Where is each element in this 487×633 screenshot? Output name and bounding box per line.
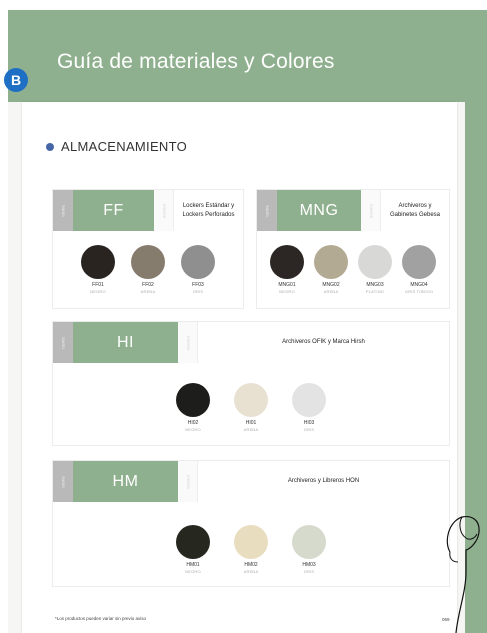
series-card-hm: SERIE HM SERIES Archiveros y Libreros HO… (52, 460, 450, 587)
swatch-code: FF03 (192, 282, 204, 288)
swatch-circle (234, 525, 268, 559)
swatch-name: NEGRO (90, 289, 106, 294)
footnote: *Los productos pueden variar sin previo … (55, 616, 147, 621)
swatch-circle (176, 383, 210, 417)
series-description: Lockers Estándar y Lockers Perforados (182, 203, 235, 218)
swatch-circle (402, 245, 436, 279)
swatch-name: ARENA (323, 289, 339, 294)
swatch-name: ARENA (243, 569, 259, 574)
swatch-code: HM03 (302, 562, 316, 568)
series-code: MNG (277, 190, 361, 231)
card-header: SERIE MNG SERIES Archiveros y Gabinetes … (257, 190, 449, 231)
swatch-code: FF01 (92, 282, 104, 288)
swatch-circle (292, 525, 326, 559)
swatch-code: MNG02 (322, 282, 340, 288)
color-swatch: FF02 ARENA (123, 245, 173, 295)
series-mini-label: SERIES (185, 474, 190, 489)
swatch-code: HM01 (186, 562, 200, 568)
swatch-name: GRIS (303, 427, 315, 432)
swatch-code: MNG01 (278, 282, 296, 288)
hand-cursor-icon (446, 515, 480, 633)
series-tag: SERIE (53, 322, 73, 363)
swatch-row: HM01 NEGRO HM02 ARENA HM03 GRIS (53, 525, 449, 575)
swatch-name: ARENA (243, 427, 259, 432)
series-card-mng: SERIE MNG SERIES Archiveros y Gabinetes … (256, 189, 450, 309)
swatch-circle (314, 245, 348, 279)
swatch-name: NEGRO (279, 289, 295, 294)
series-mini-label: SERIES (185, 335, 190, 350)
series-description: Archiveros y Libreros HON (287, 478, 360, 485)
card-header: SERIE HM SERIES Archiveros y Libreros HO… (53, 461, 449, 502)
swatch-name: GRIS TIÑOSO (404, 289, 434, 294)
swatch-code: HI01 (245, 420, 257, 426)
swatch-name: GRIS (303, 569, 315, 574)
swatch-row: MNG01 NEGRO MNG02 ARENA MNG03 PLATINO MN… (257, 245, 449, 295)
annotation-badge: B (4, 68, 28, 92)
color-swatch: HM02 ARENA (222, 525, 280, 575)
swatch-circle (292, 383, 326, 417)
series-mini-tag: SERIES (154, 190, 174, 231)
swatch-row: FF01 NEGRO FF02 ARENA FF03 GRIS (53, 245, 243, 295)
swatch-circle (131, 245, 165, 279)
color-swatch: HI01 ARENA (222, 383, 280, 433)
series-tag-label: SERIE (264, 204, 270, 217)
color-swatch: HI02 NEGRO (164, 383, 222, 433)
color-swatch: MNG02 ARENA (309, 245, 353, 295)
series-tag: SERIE (53, 461, 73, 502)
series-mini-label: SERIES (161, 203, 166, 218)
swatch-code: HM02 (244, 562, 258, 568)
swatch-circle (358, 245, 392, 279)
series-mini-tag: SERIES (178, 322, 198, 363)
series-code: HI (73, 322, 178, 363)
color-swatch: HI03 GRIS (280, 383, 338, 433)
swatch-circle (234, 383, 268, 417)
series-mini-tag: SERIES (361, 190, 381, 231)
card-header: SERIE FF SERIES Lockers Estándar y Locke… (53, 190, 243, 231)
bullet-dot (46, 142, 54, 151)
series-code: FF (73, 190, 154, 231)
series-tag: SERIE (53, 190, 73, 231)
series-code: HM (73, 461, 178, 502)
series-card-ff: SERIE FF SERIES Lockers Estándar y Locke… (52, 189, 244, 309)
section-heading: ALMACENAMIENTO (46, 139, 187, 154)
color-swatch: MNG01 NEGRO (265, 245, 309, 295)
swatch-code: MNG03 (366, 282, 384, 288)
swatch-name: NEGRO (185, 427, 201, 432)
color-swatch: FF01 NEGRO (73, 245, 123, 295)
series-mini-label: SERIES (368, 203, 373, 218)
swatch-circle (176, 525, 210, 559)
series-tag-label: SERIE (60, 204, 66, 217)
swatch-circle (181, 245, 215, 279)
swatch-circle (81, 245, 115, 279)
color-swatch: HM03 GRIS (280, 525, 338, 575)
series-description: Archiveros OFIK y Marca Hirsh (282, 339, 365, 346)
color-swatch: MNG03 PLATINO (353, 245, 397, 295)
color-swatch: HM01 NEGRO (164, 525, 222, 575)
swatch-row: HI02 NEGRO HI01 ARENA HI03 GRIS (53, 383, 449, 433)
color-swatch: MNG04 GRIS TIÑOSO (397, 245, 441, 295)
series-mini-tag: SERIES (178, 461, 198, 502)
series-card-hi: SERIE HI SERIES Archiveros OFIK y Marca … (52, 321, 450, 446)
swatch-circle (270, 245, 304, 279)
swatch-name: NEGRO (185, 569, 201, 574)
swatch-code: HI03 (303, 420, 315, 426)
swatch-name: ARENA (140, 289, 156, 294)
swatch-name: GRIS (192, 289, 204, 294)
swatch-code: MNG04 (410, 282, 428, 288)
series-tag-label: SERIE (60, 336, 66, 349)
swatch-code: HI02 (187, 420, 199, 426)
series-tag: SERIE (257, 190, 277, 231)
swatch-code: FF02 (142, 282, 154, 288)
card-header: SERIE HI SERIES Archiveros OFIK y Marca … (53, 322, 449, 363)
swatch-name: PLATINO (365, 289, 385, 294)
color-swatch: FF03 GRIS (173, 245, 223, 295)
section-title: ALMACENAMIENTO (61, 139, 188, 154)
series-tag-label: SERIE (60, 475, 66, 488)
page-title: Guía de materiales y Colores (57, 50, 335, 73)
series-description: Archiveros y Gabinetes Gebesa (389, 203, 441, 218)
